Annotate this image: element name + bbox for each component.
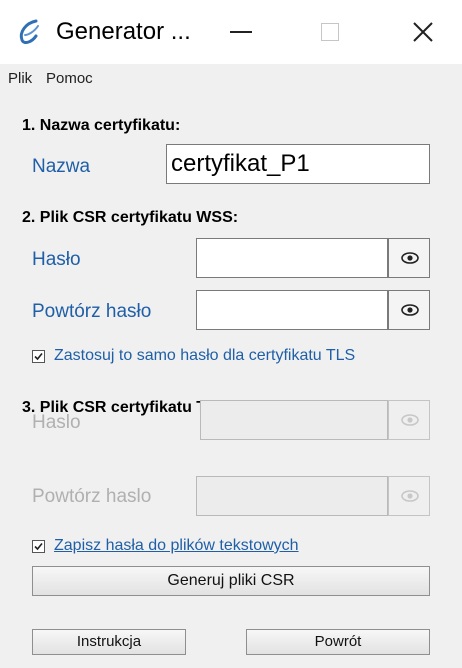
eye-icon: [401, 414, 419, 426]
instructions-button[interactable]: Instrukcja: [32, 629, 186, 655]
main-panel: 1. Nazwa certyfikatu: Nazwa certyfikat_P…: [0, 94, 462, 668]
close-button[interactable]: [384, 0, 462, 64]
save-passwords-link[interactable]: Zapisz hasła do plików tekstowych: [54, 536, 299, 556]
menu-bar: Plik Pomoc: [0, 64, 462, 94]
generate-csr-button[interactable]: Generuj pliki CSR: [32, 566, 430, 596]
minimize-button[interactable]: [202, 0, 280, 64]
eye-icon: [401, 490, 419, 502]
minimize-icon: [230, 31, 252, 33]
tls-password-input: [200, 400, 388, 440]
title-bar: Generator ...: [0, 0, 462, 64]
close-icon: [413, 22, 433, 42]
eye-icon: [401, 304, 419, 316]
app-swirl-icon: [19, 19, 39, 45]
checkmark-icon: [34, 352, 43, 361]
same-password-checkbox[interactable]: [32, 350, 45, 363]
section1-heading: 1. Nazwa certyfikatu:: [22, 117, 181, 134]
tls-repeat-eye-button: [388, 476, 430, 516]
section2-heading: 2. Plik CSR certyfikatu WSS:: [22, 209, 239, 226]
menu-item-plik[interactable]: Plik: [8, 70, 32, 88]
wss-repeat-label: Powtórz hasło: [32, 301, 152, 322]
window-title: Generator ...: [56, 18, 191, 45]
tls-repeat-input: [196, 476, 388, 516]
name-input-value: certyfikat_P1: [171, 150, 310, 177]
tls-password-label-text: Haslo: [32, 412, 81, 433]
back-button[interactable]: Powrót: [246, 629, 430, 655]
tls-password-eye-button: [388, 400, 430, 440]
menu-item-pomoc[interactable]: Pomoc: [46, 70, 93, 88]
wss-password-input[interactable]: [196, 238, 388, 278]
checkmark-icon: [34, 542, 43, 551]
name-label: Nazwa: [32, 156, 91, 177]
name-input[interactable]: certyfikat_P1: [166, 144, 430, 184]
save-passwords-checkbox[interactable]: [32, 540, 45, 553]
maximize-icon: [321, 23, 339, 41]
wss-repeat-eye-button[interactable]: [388, 290, 430, 330]
tls-repeat-label: Powtórz haslo: [32, 486, 152, 507]
wss-repeat-input[interactable]: [196, 290, 388, 330]
same-password-label[interactable]: Zastosuj to samo hasło dla certyfikatu T…: [54, 346, 355, 366]
wss-password-label: Hasło: [32, 249, 81, 270]
wss-password-eye-button[interactable]: [388, 238, 430, 278]
eye-icon: [401, 252, 419, 264]
maximize-button[interactable]: [290, 0, 368, 64]
